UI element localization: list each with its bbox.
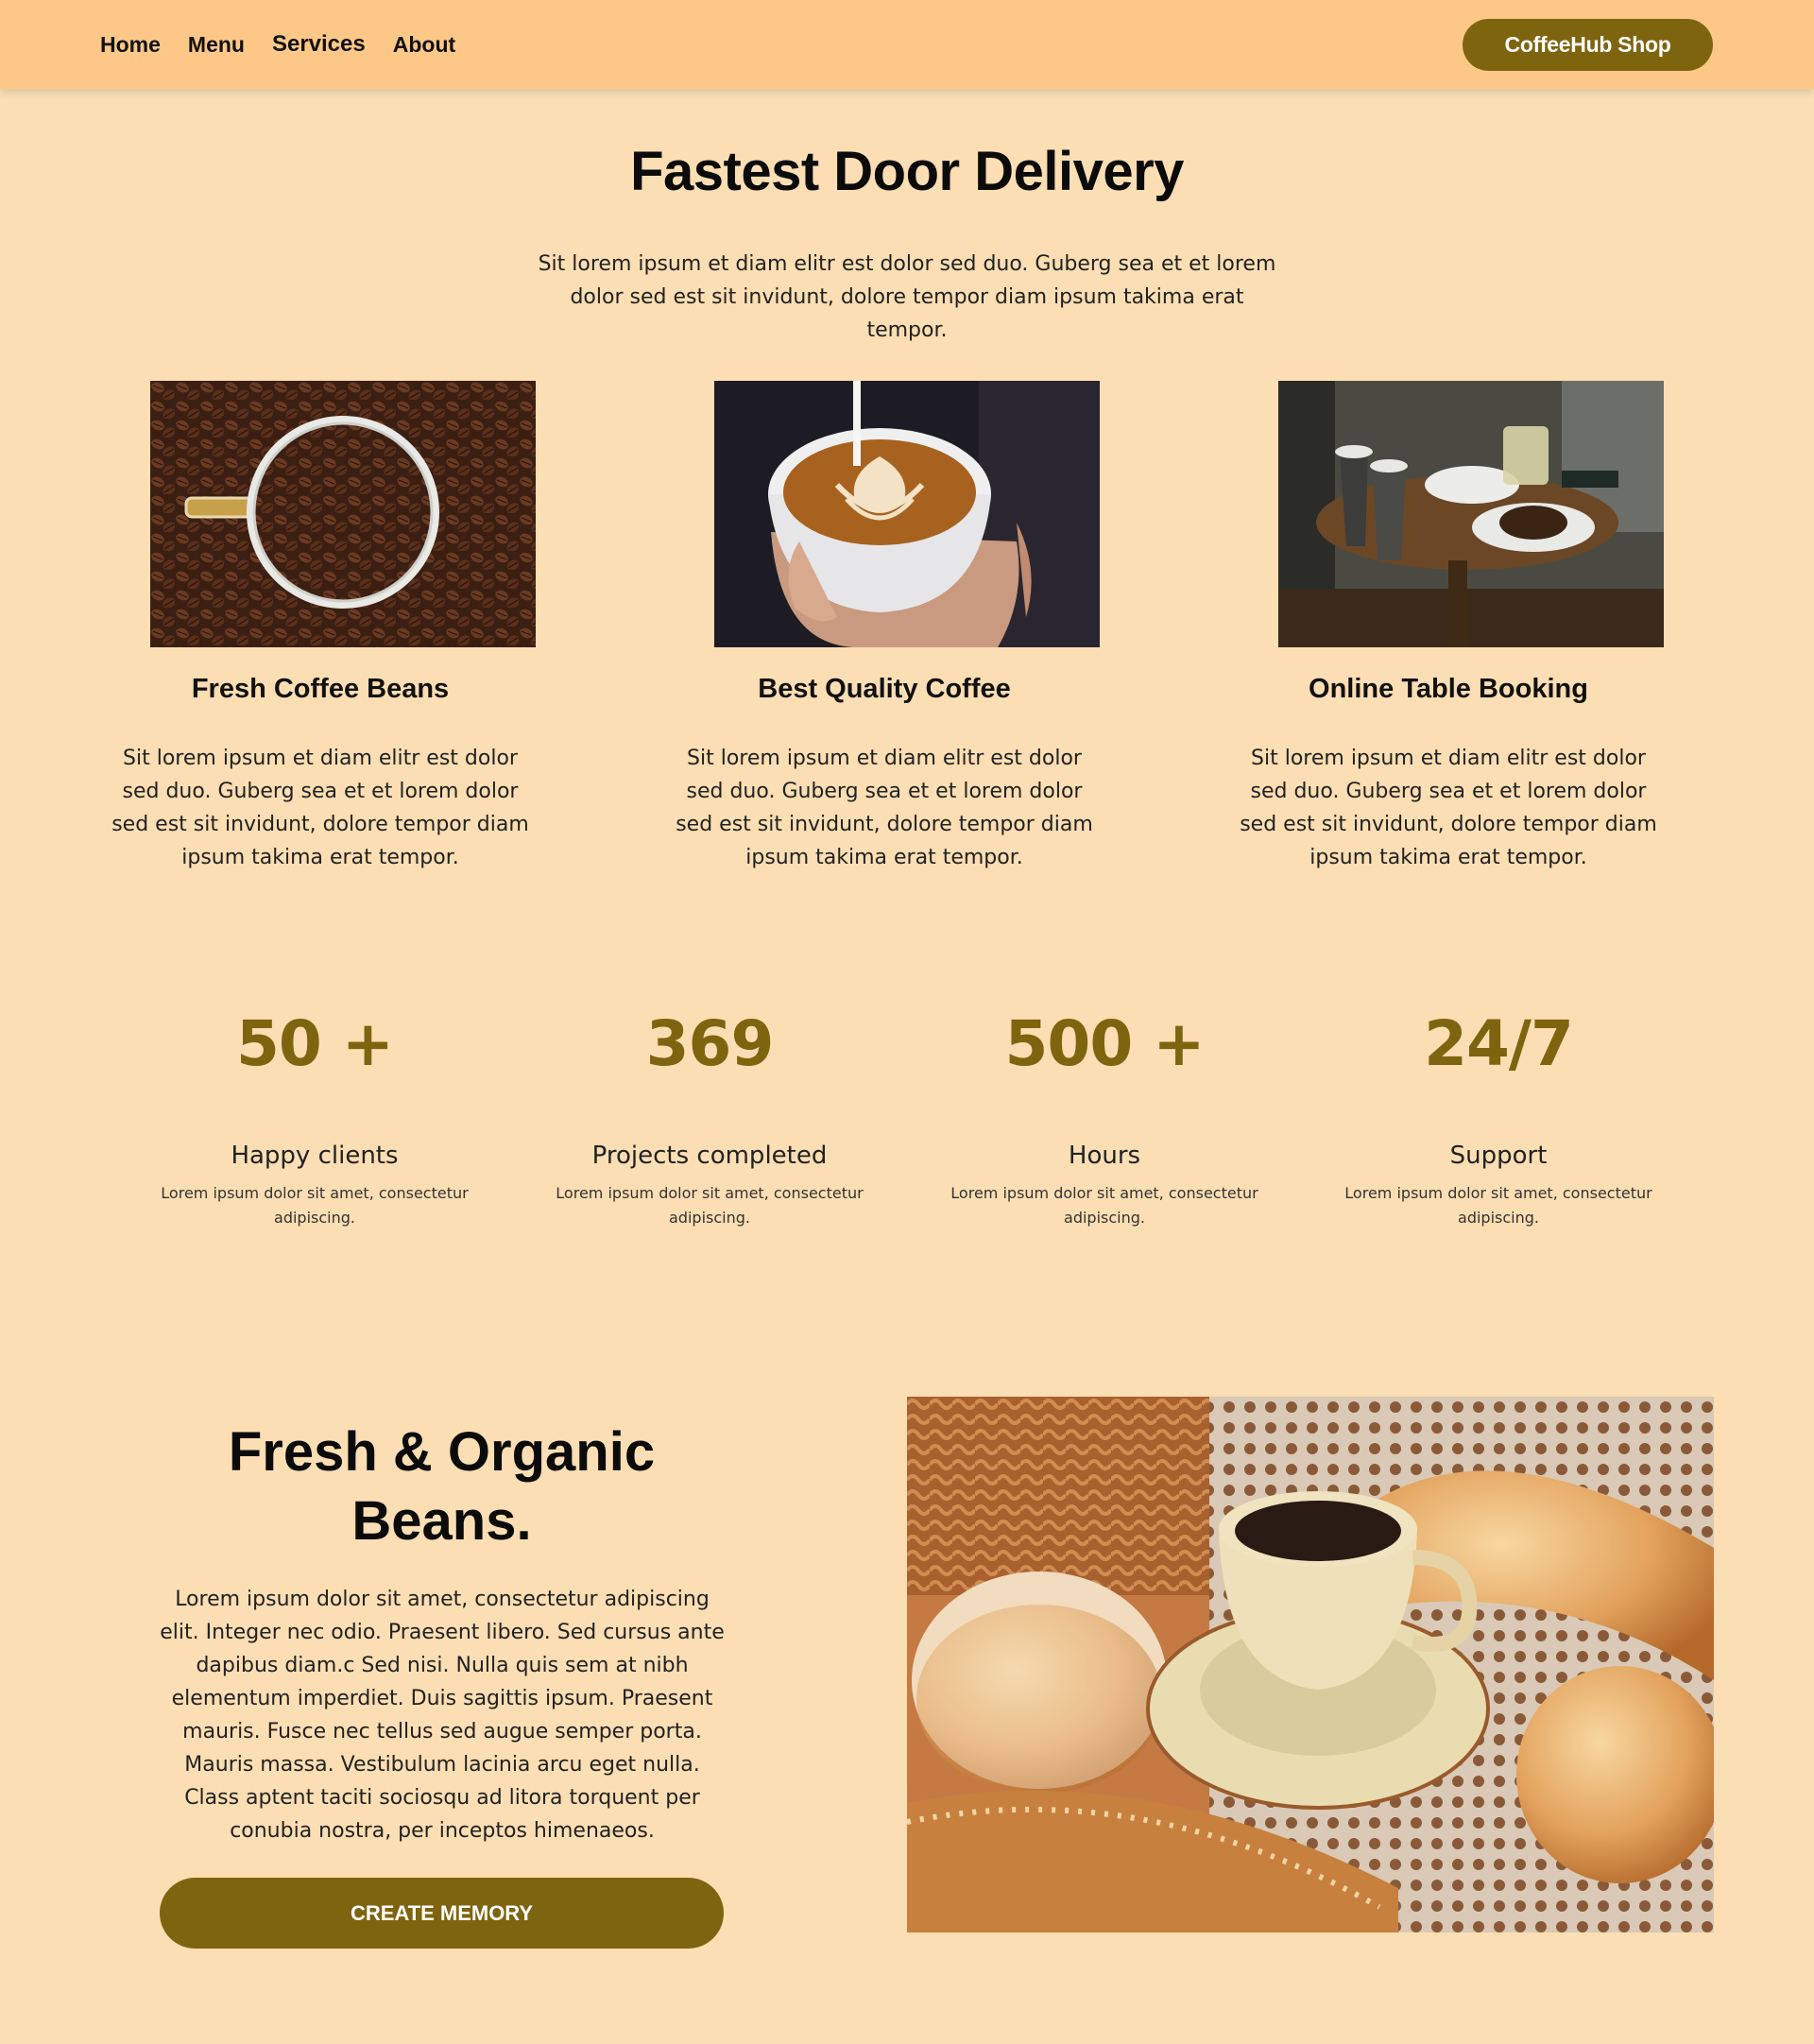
latte-art-photo <box>714 381 1100 647</box>
stat-label: Projects completed <box>591 1142 828 1170</box>
organic-title-line2: Beans. <box>351 1490 532 1552</box>
stat-description: Lorem ipsum dolor sit amet, consectetur … <box>1344 1184 1652 1227</box>
feature-title: Fresh Coffee Beans <box>191 674 450 704</box>
organic-text: Lorem ipsum dolor sit amet, consectetur … <box>160 1588 725 1843</box>
stat-value: 500 + <box>1004 1007 1205 1080</box>
organic-title: Fresh & Organic Beans. <box>161 1417 723 1555</box>
nav-link-about[interactable]: About <box>393 32 455 58</box>
feature-text: Sit lorem ipsum et diam elitr est dolor … <box>111 747 529 869</box>
stat-label: Hours <box>1068 1142 1141 1170</box>
nav-link-services[interactable]: Services <box>272 31 366 58</box>
navbar: Home Menu Services About CoffeeHub Shop <box>0 0 1814 89</box>
organic-title-line1: Fresh & Organic <box>228 1421 656 1483</box>
stat-label: Support <box>1449 1142 1548 1170</box>
cafe-table-photo <box>1278 381 1664 647</box>
delivery-title: Fastest Door Delivery <box>630 141 1184 202</box>
stat-label: Happy clients <box>231 1142 399 1170</box>
create-memory-button[interactable]: CREATE MEMORY <box>160 1878 724 1949</box>
nav-link-home[interactable]: Home <box>100 32 161 58</box>
nav-links: Home Menu Services About <box>100 0 483 89</box>
delivery-subtitle: Sit lorem ipsum et diam elitr est dolor … <box>538 252 1276 342</box>
feature-text: Sit lorem ipsum et diam elitr est dolor … <box>676 747 1093 869</box>
coffeehub-shop-button[interactable]: CoffeeHub Shop <box>1463 19 1713 71</box>
stat-value: 24/7 <box>1424 1007 1574 1080</box>
feature-title: Online Table Booking <box>1309 674 1588 704</box>
stat-item: 50 + Happy clients Lorem ipsum dolor sit… <box>116 1002 513 1230</box>
stat-description: Lorem ipsum dolor sit amet, consectetur … <box>161 1184 469 1227</box>
stat-item: 369 Projects completed Lorem ipsum dolor… <box>511 1002 908 1230</box>
stat-value: 369 <box>645 1007 775 1080</box>
feature-title: Best Quality Coffee <box>758 674 1011 704</box>
stat-value: 50 + <box>235 1007 394 1080</box>
coffee-beans-cup-photo <box>150 381 536 647</box>
coffee-and-bread-photo <box>907 1397 1714 1932</box>
stat-description: Lorem ipsum dolor sit amet, consectetur … <box>950 1184 1258 1227</box>
nav-link-menu[interactable]: Menu <box>188 32 245 58</box>
stat-description: Lorem ipsum dolor sit amet, consectetur … <box>556 1184 864 1227</box>
feature-text: Sit lorem ipsum et diam elitr est dolor … <box>1240 747 1657 869</box>
stat-item: 500 + Hours Lorem ipsum dolor sit amet, … <box>906 1002 1303 1230</box>
stat-item: 24/7 Support Lorem ipsum dolor sit amet,… <box>1300 1002 1697 1230</box>
